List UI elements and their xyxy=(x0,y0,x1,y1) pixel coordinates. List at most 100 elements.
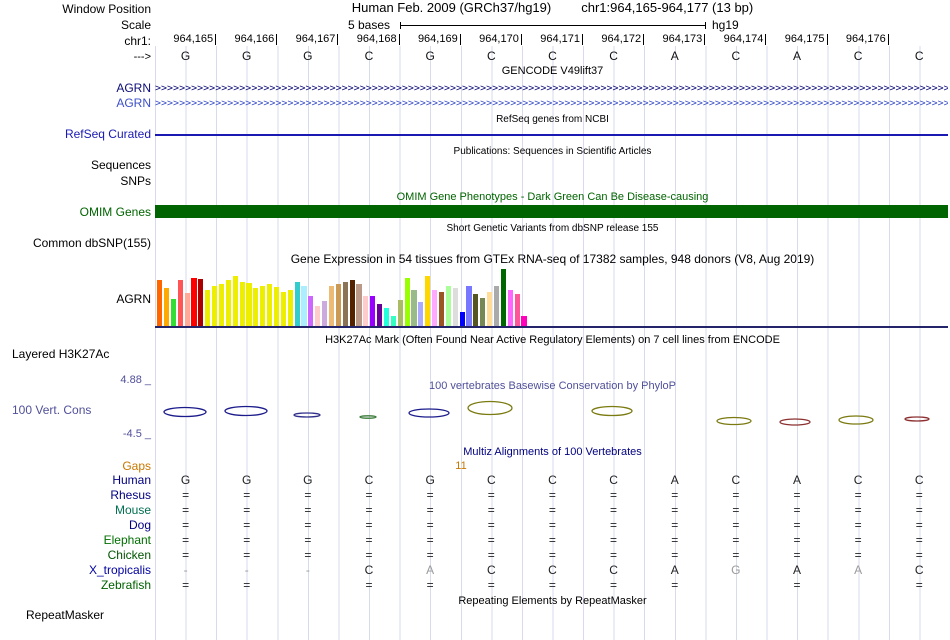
gtex-expression-bar[interactable] xyxy=(521,316,527,326)
ruler-tick[interactable]: 964,168 xyxy=(338,33,400,47)
gtex-expression-bar[interactable] xyxy=(370,296,376,326)
publications-snps-label[interactable]: SNPs xyxy=(0,175,151,188)
layered-h3k27ac-label[interactable]: Layered H3K27Ac xyxy=(0,348,151,361)
gtex-expression-bar[interactable] xyxy=(418,302,424,326)
gtex-expression-bar[interactable] xyxy=(452,288,458,326)
ruler-tick[interactable]: 964,172 xyxy=(583,33,645,47)
gtex-expression-bar[interactable] xyxy=(342,282,348,326)
gtex-expression-bar[interactable] xyxy=(301,286,307,326)
gtex-expression-bar[interactable] xyxy=(212,286,218,326)
alignment-row-dog[interactable]: Dog = = = = = = = = = = = = = xyxy=(0,518,950,533)
gtex-expression-bar[interactable] xyxy=(349,280,355,326)
species-label[interactable]: Mouse xyxy=(0,504,151,517)
ruler-tick[interactable]: 964,170 xyxy=(461,33,522,47)
gtex-expression-bar[interactable] xyxy=(253,288,259,326)
gtex-expression-bar[interactable] xyxy=(239,282,245,326)
gtex-expression-bar[interactable] xyxy=(480,298,486,326)
gtex-expression-bar[interactable] xyxy=(191,278,197,326)
position-ruler[interactable]: 964,165 964,166 964,167 964,168 964,169 964,1… xyxy=(155,33,950,47)
gtex-expression-bar[interactable] xyxy=(232,276,238,326)
alignment-row-rhesus[interactable]: Rhesus = = = = = = = = = = = = = xyxy=(0,488,950,503)
ruler-tick[interactable]: 964,169 xyxy=(400,33,461,47)
gtex-expression-bar[interactable] xyxy=(246,283,252,326)
publications-sequences-label[interactable]: Sequences xyxy=(0,159,151,172)
species-label[interactable]: Rhesus xyxy=(0,489,151,502)
gtex-expression-bar[interactable] xyxy=(335,284,341,326)
alignment-row-elephant[interactable]: Elephant = = = = = = = = = = = = = xyxy=(0,533,950,548)
alignment-row-human[interactable]: Human G G G C G C C C A C A C C xyxy=(0,473,950,488)
gtex-expression-bar[interactable] xyxy=(363,296,369,326)
ruler-tick[interactable]: 964,175 xyxy=(766,33,828,47)
gtex-expression-bar[interactable] xyxy=(432,290,438,326)
species-label[interactable]: Chicken xyxy=(0,549,151,562)
refseq-gene-line[interactable] xyxy=(155,134,948,136)
ruler-tick[interactable]: 964,174 xyxy=(705,33,767,47)
species-label[interactable]: Elephant xyxy=(0,534,151,547)
gtex-expression-bar[interactable] xyxy=(438,292,445,326)
gaps-row-label[interactable]: Gaps xyxy=(0,460,151,473)
gene-transcript-agrn-1[interactable]: >>>>>>>>>>>>>>>>>>>>>>>>>>>>>>>>>>>>>>>>… xyxy=(155,83,948,94)
gtex-expression-bar[interactable] xyxy=(411,290,417,326)
gtex-expression-bar[interactable] xyxy=(205,290,211,326)
gtex-expression-bar[interactable] xyxy=(466,286,472,326)
gtex-expression-bar[interactable] xyxy=(404,278,410,326)
alignment-row-zebrafish[interactable]: Zebrafish = = = = = = = = = = xyxy=(0,578,950,593)
gtex-expression-bar[interactable] xyxy=(177,280,183,326)
gtex-expression-barchart[interactable] xyxy=(157,268,577,326)
gtex-expression-bar[interactable] xyxy=(198,279,204,326)
gtex-expression-bar[interactable] xyxy=(500,269,506,326)
alignment-row-x_tropicalis[interactable]: X_tropicalis - - - C A C C C A G A A C xyxy=(0,563,950,578)
gtex-expression-bar[interactable] xyxy=(507,290,513,326)
phylop-conservation-wiggle[interactable] xyxy=(155,396,950,438)
gtex-expression-bar[interactable] xyxy=(487,292,493,326)
gtex-expression-bar[interactable] xyxy=(493,286,500,326)
gtex-expression-bar[interactable] xyxy=(280,292,286,326)
repeatmasker-label[interactable]: RepeatMasker xyxy=(0,609,151,622)
gtex-expression-bar[interactable] xyxy=(514,294,520,326)
gtex-expression-bar[interactable] xyxy=(184,293,190,326)
gtex-expression-bar[interactable] xyxy=(377,304,383,326)
gtex-expression-bar[interactable] xyxy=(163,288,170,326)
gtex-expression-bar[interactable] xyxy=(308,296,314,326)
ruler-tick[interactable]: 964,171 xyxy=(522,33,583,47)
gtex-expression-bar[interactable] xyxy=(170,299,176,326)
common-dbsnp-label[interactable]: Common dbSNP(155) xyxy=(0,237,151,250)
species-label[interactable]: Dog xyxy=(0,519,151,532)
gtex-expression-bar[interactable] xyxy=(273,287,280,326)
gtex-expression-bar[interactable] xyxy=(315,306,321,326)
gtex-expression-bar[interactable] xyxy=(157,280,163,326)
refseq-curated-label[interactable]: RefSeq Curated xyxy=(0,128,151,141)
gtex-expression-bar[interactable] xyxy=(390,316,396,326)
gtex-gene-label[interactable]: AGRN xyxy=(0,293,151,306)
ruler-tick[interactable]: 964,173 xyxy=(644,33,706,47)
omim-genes-label[interactable]: OMIM Genes xyxy=(0,206,151,219)
ruler-tick[interactable]: 964,176 xyxy=(828,33,889,47)
gtex-expression-bar[interactable] xyxy=(225,280,231,326)
gene-label-agrn-2[interactable]: AGRN xyxy=(0,97,151,110)
gtex-expression-bar[interactable] xyxy=(356,284,362,326)
species-label[interactable]: Zebrafish xyxy=(0,579,151,592)
gtex-expression-bar[interactable] xyxy=(425,276,431,326)
gtex-expression-bar[interactable] xyxy=(459,312,465,326)
ruler-tick[interactable]: 964,166 xyxy=(216,33,278,47)
gtex-expression-bar[interactable] xyxy=(473,294,479,326)
gene-transcript-agrn-2[interactable]: >>>>>>>>>>>>>>>>>>>>>>>>>>>>>>>>>>>>>>>>… xyxy=(155,98,948,109)
strand-arrow-label[interactable]: ---> xyxy=(0,51,151,64)
gtex-expression-bar[interactable] xyxy=(267,284,273,326)
gtex-expression-bar[interactable] xyxy=(218,284,225,326)
gtex-expression-bar[interactable] xyxy=(260,286,266,326)
gtex-expression-bar[interactable] xyxy=(287,290,293,326)
species-label[interactable]: Human xyxy=(0,474,151,487)
gtex-expression-bar[interactable] xyxy=(383,308,390,326)
species-label[interactable]: X_tropicalis xyxy=(0,564,151,577)
ruler-tick[interactable]: 964,165 xyxy=(155,33,217,47)
gtex-expression-bar[interactable] xyxy=(445,286,451,326)
gtex-expression-bar[interactable] xyxy=(322,301,328,326)
ruler-tick[interactable]: 964,167 xyxy=(277,33,339,47)
gtex-expression-bar[interactable] xyxy=(294,282,300,326)
alignment-row-mouse[interactable]: Mouse = = = = = = = = = = = = = xyxy=(0,503,950,518)
gene-label-agrn-1[interactable]: AGRN xyxy=(0,82,151,95)
gtex-expression-bar[interactable] xyxy=(397,300,403,326)
omim-gene-bar[interactable] xyxy=(155,205,948,218)
alignment-row-chicken[interactable]: Chicken = = = = = = = = = = = = = xyxy=(0,548,950,563)
